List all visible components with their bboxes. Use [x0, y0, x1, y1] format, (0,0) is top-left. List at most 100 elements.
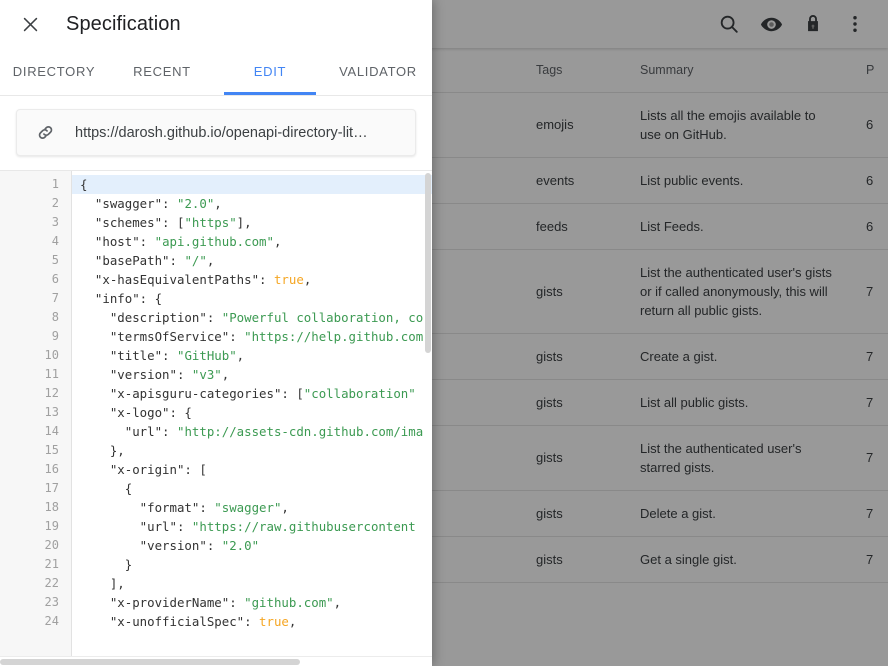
line-number: 12 — [44, 386, 59, 400]
line-number: 2 — [51, 196, 59, 210]
code-token-pun: ], — [236, 215, 252, 230]
code-token-key: "x-logo": { — [80, 405, 192, 420]
line-number: 16 — [44, 462, 59, 476]
line-number: 10 — [44, 348, 59, 362]
url-field-container: https://darosh.github.io/openapi-directo… — [0, 96, 432, 170]
code-token-key: "version": — [80, 367, 192, 382]
code-line[interactable]: "info": { — [72, 289, 432, 308]
line-number: 17 — [44, 481, 59, 495]
code-token-pun: }, — [80, 443, 125, 458]
editor-horizontal-scrollbar[interactable] — [0, 656, 432, 666]
close-icon[interactable] — [16, 11, 44, 39]
code-line[interactable]: "url": "http://assets-cdn.github.com/ima — [72, 422, 432, 441]
line-number: 6 — [51, 272, 59, 286]
code-token-key: "url": — [80, 519, 192, 534]
code-token-str: "v3" — [191, 367, 222, 382]
code-line[interactable]: "termsOfService": "https://help.github.c… — [72, 327, 432, 346]
code-line[interactable]: "version": "v3", — [72, 365, 432, 384]
code-token-pun: , — [236, 348, 245, 363]
code-token-bool: true — [273, 272, 304, 287]
line-number: 24 — [44, 614, 59, 628]
tab-recent[interactable]: RECENT — [108, 49, 216, 95]
code-line[interactable]: "x-providerName": "github.com", — [72, 593, 432, 612]
tab-validator[interactable]: VALIDATOR — [324, 49, 432, 95]
code-token-key: "termsOfService": — [80, 329, 245, 344]
line-number: 20 — [44, 538, 59, 552]
code-line[interactable]: }, — [72, 441, 432, 460]
code-line[interactable]: "url": "https://raw.githubusercontent — [72, 517, 432, 536]
line-number: 15 — [44, 443, 59, 457]
dialog-header: Specification — [0, 0, 432, 49]
code-token-key: "description": — [80, 310, 222, 325]
code-token-key: "x-origin": [ — [80, 462, 207, 477]
code-line[interactable]: "basePath": "/", — [72, 251, 432, 270]
code-line[interactable]: { — [72, 479, 432, 498]
line-number: 14 — [44, 424, 59, 438]
dialog-tab-bar: DIRECTORY RECENT EDIT VALIDATOR — [0, 49, 432, 96]
specification-url-value: https://darosh.github.io/openapi-directo… — [75, 124, 368, 141]
editor-code-area[interactable]: { "swagger": "2.0", "schemes": ["https"]… — [72, 171, 432, 656]
code-token-key: "x-providerName": — [80, 595, 245, 610]
line-number: 3 — [51, 215, 59, 229]
tab-edit[interactable]: EDIT — [216, 49, 324, 95]
code-line[interactable]: "format": "swagger", — [72, 498, 432, 517]
code-token-str: "github.com" — [244, 595, 334, 610]
editor-line-number-gutter: 1 2 3 4 5 6 7 8 9 10 11 12 13 14 15 16 17 18 19 20 21 22 23 24 — [0, 171, 72, 656]
code-line[interactable]: "x-logo": { — [72, 403, 432, 422]
code-line[interactable]: "x-origin": [ — [72, 460, 432, 479]
code-token-key: "x-hasEquivalentPaths": — [80, 272, 274, 287]
code-token-bool: true — [259, 614, 289, 629]
page-title: Specification — [66, 13, 181, 35]
code-line[interactable]: "description": "Powerful collaboration, … — [72, 308, 432, 327]
tab-directory[interactable]: DIRECTORY — [0, 49, 108, 95]
line-number: 5 — [51, 253, 59, 267]
vertical-scrollbar-thumb[interactable] — [425, 173, 431, 353]
code-token-str: "swagger" — [214, 500, 282, 515]
editor-vertical-scrollbar[interactable] — [424, 171, 432, 656]
code-token-str: "2.0" — [176, 196, 215, 211]
code-token-pun: { — [80, 177, 88, 192]
code-token-pun: , — [281, 500, 289, 515]
code-token-pun: { — [80, 481, 133, 496]
code-token-str: "GitHub" — [176, 348, 237, 363]
code-line[interactable]: { — [72, 175, 432, 194]
line-number: 18 — [44, 500, 59, 514]
line-number: 1 — [51, 177, 59, 191]
editor-scroll-area[interactable]: 1 2 3 4 5 6 7 8 9 10 11 12 13 14 15 16 17 18 19 20 21 22 23 24 … — [0, 171, 432, 656]
line-number: 22 — [44, 576, 59, 590]
code-line[interactable]: "title": "GitHub", — [72, 346, 432, 365]
code-token-key: "basePath": — [80, 253, 185, 268]
code-line[interactable]: "x-hasEquivalentPaths": true, — [72, 270, 432, 289]
code-line[interactable]: } — [72, 555, 432, 574]
code-token-key: "version": — [80, 538, 222, 553]
line-number: 8 — [51, 310, 59, 324]
code-token-pun: , — [303, 272, 312, 287]
code-token-key: "format": — [80, 500, 215, 515]
code-line[interactable]: "swagger": "2.0", — [72, 194, 432, 213]
line-number: 23 — [44, 595, 59, 609]
specification-url-input[interactable]: https://darosh.github.io/openapi-directo… — [16, 109, 416, 156]
code-token-key: "host": — [80, 234, 155, 249]
line-number: 19 — [44, 519, 59, 533]
code-line[interactable]: "x-unofficialSpec": true, — [72, 612, 432, 631]
code-line[interactable]: ], — [72, 574, 432, 593]
link-icon — [33, 121, 57, 145]
horizontal-scrollbar-thumb[interactable] — [0, 659, 300, 665]
code-token-str: "Powerful collaboration, co — [221, 310, 424, 325]
code-token-str: "http://assets-cdn.github.com/ima — [176, 424, 424, 439]
line-number: 13 — [44, 405, 59, 419]
code-token-pun: , — [221, 367, 230, 382]
code-line[interactable]: "x-apisguru-categories": ["collaboration… — [72, 384, 432, 403]
code-token-key: "x-unofficialSpec": — [80, 614, 260, 629]
code-token-key: "title": — [80, 348, 177, 363]
code-token-str: "https://help.github.com — [244, 329, 424, 344]
code-token-key: "swagger": — [80, 196, 177, 211]
code-token-pun: , — [288, 614, 297, 629]
line-number: 7 — [51, 291, 59, 305]
code-line[interactable]: "version": "2.0" — [72, 536, 432, 555]
code-token-str: "https" — [184, 215, 237, 230]
code-line[interactable]: "host": "api.github.com", — [72, 232, 432, 251]
code-token-pun: , — [273, 234, 282, 249]
code-line[interactable]: "schemes": ["https"], — [72, 213, 432, 232]
json-code-editor[interactable]: 1 2 3 4 5 6 7 8 9 10 11 12 13 14 15 16 17 18 19 20 21 22 23 24 … — [0, 170, 432, 666]
